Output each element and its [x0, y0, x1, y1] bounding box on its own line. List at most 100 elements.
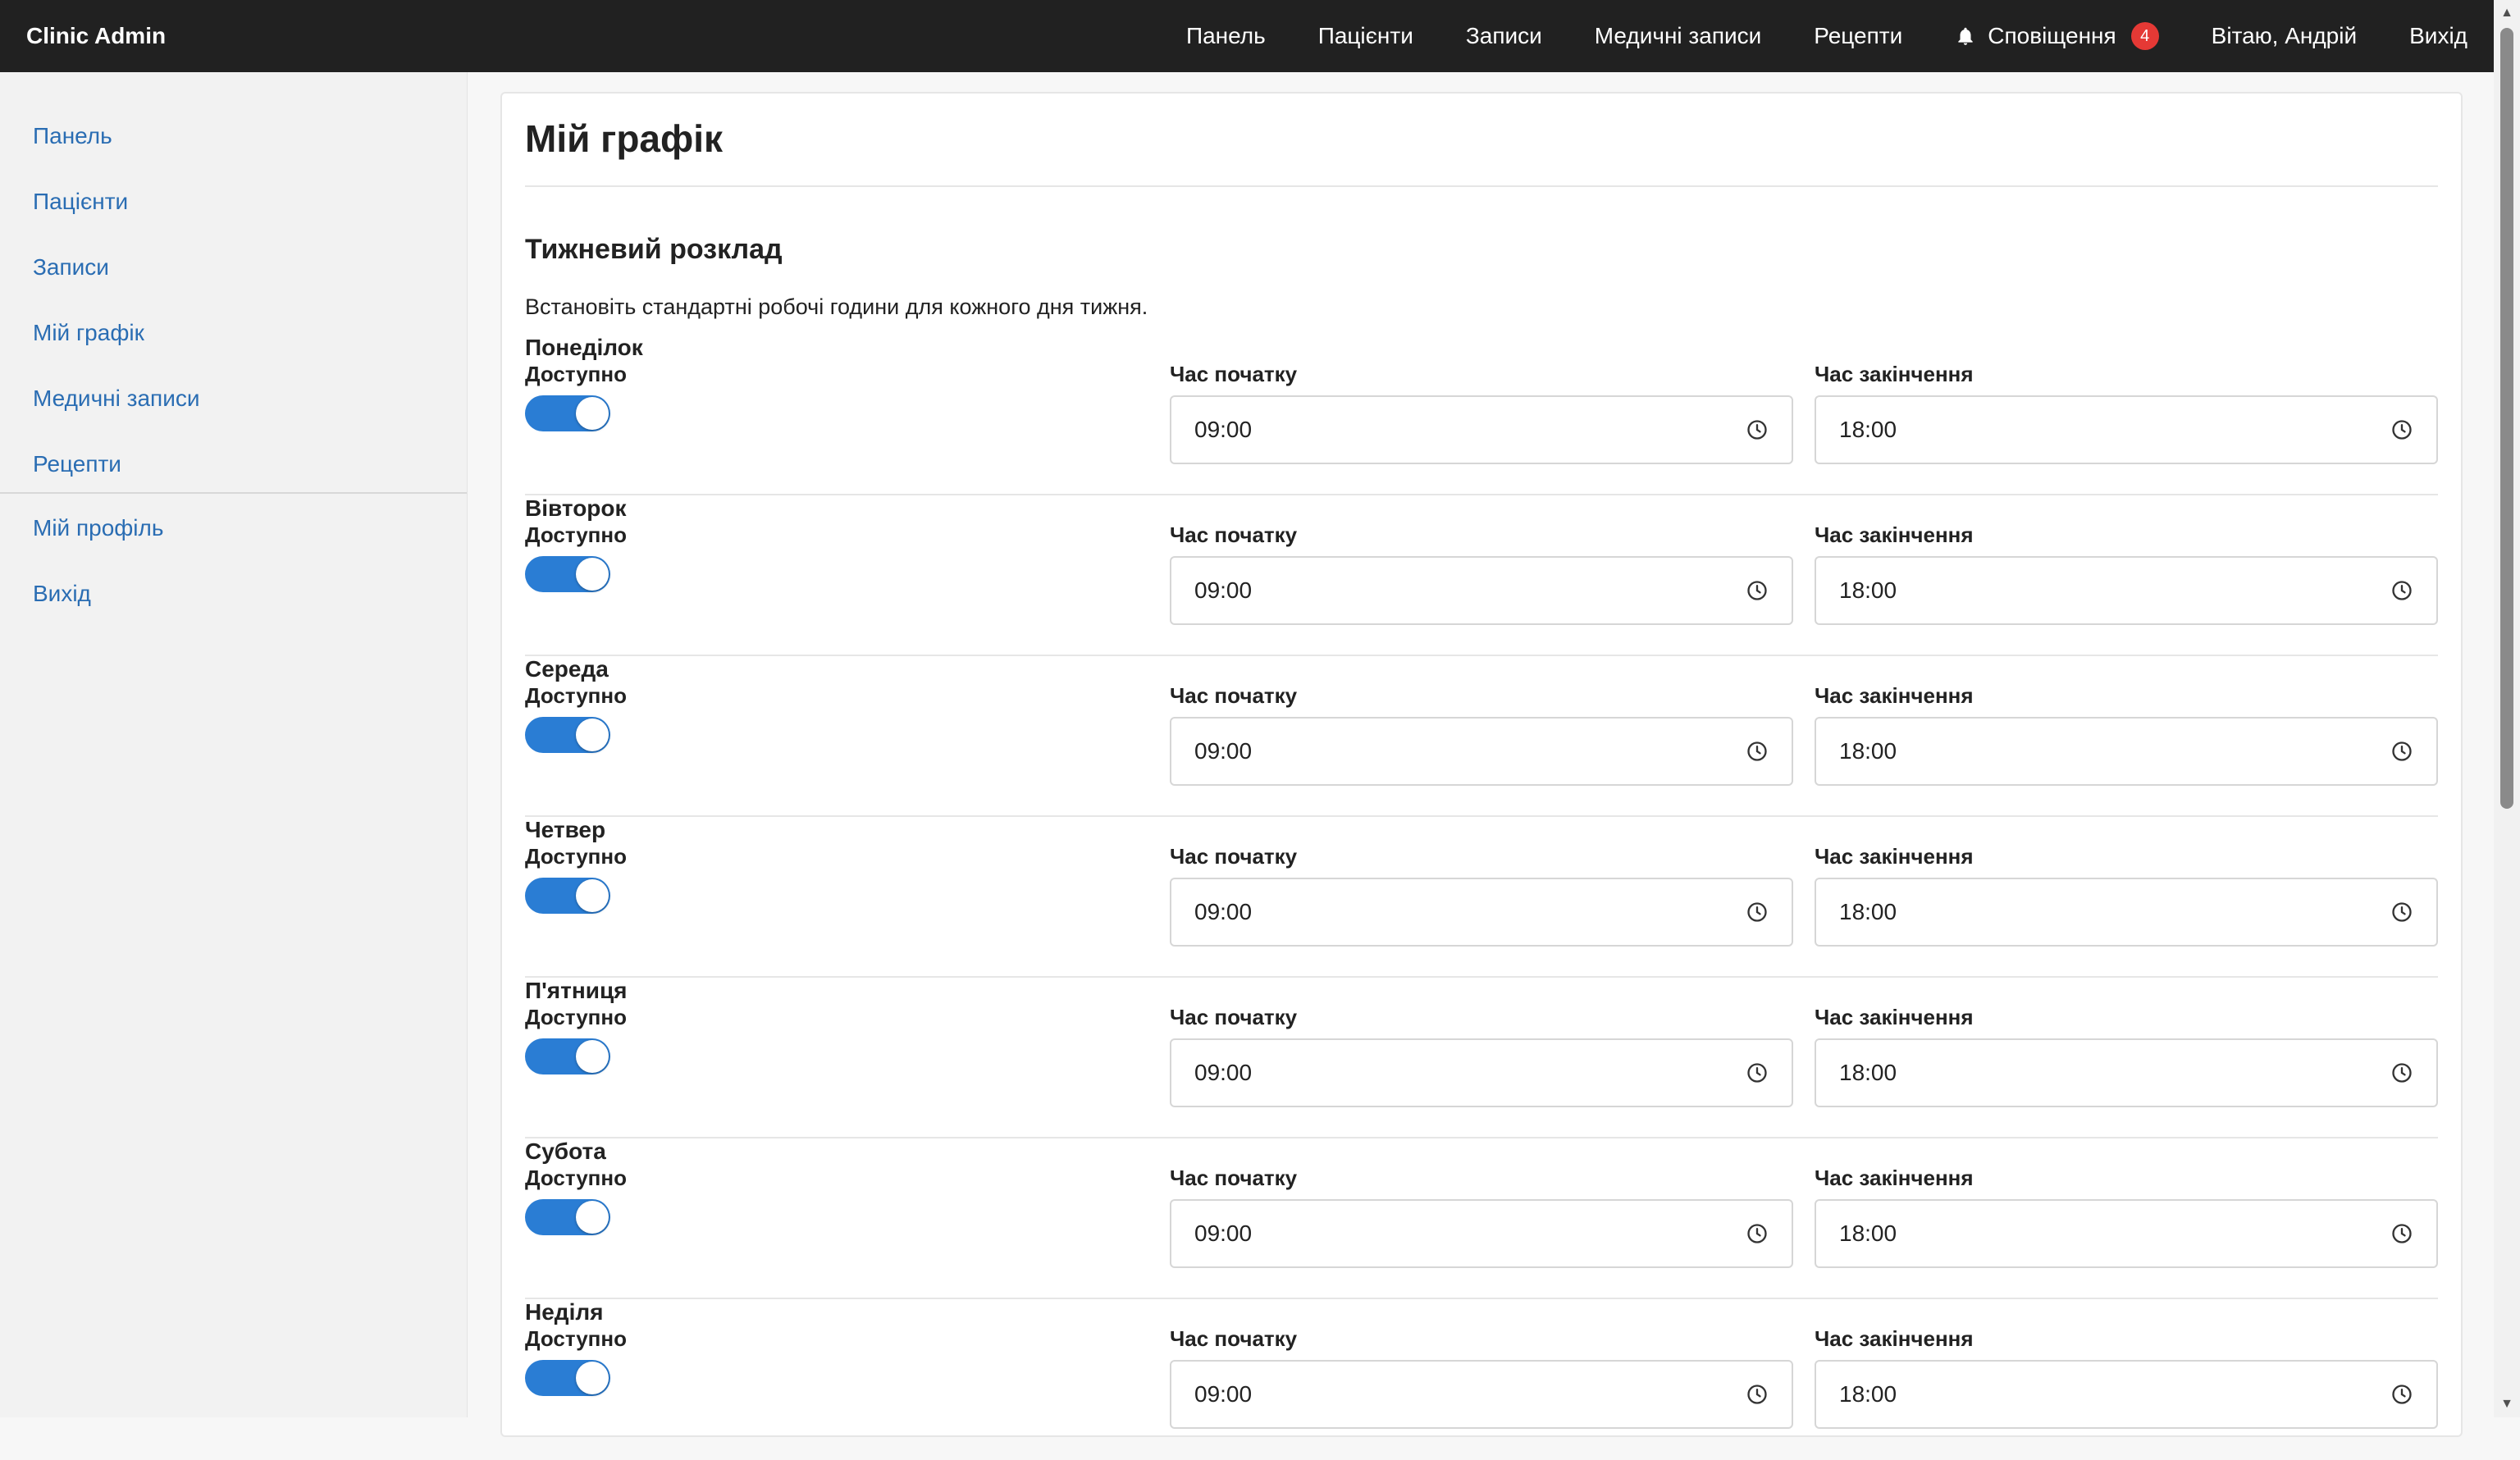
toggle-knob [576, 719, 609, 751]
day-availability: Вівторок Доступно [525, 495, 627, 592]
scroll-down-icon[interactable]: ▼ [2494, 1391, 2520, 1417]
end-time-label: Час закінчення [1815, 362, 1974, 386]
start-time-value: 09:00 [1194, 738, 1253, 764]
start-time-input[interactable]: 09:00 [1170, 717, 1793, 786]
end-time-field: Час закінчення 18:00 [1815, 1325, 2438, 1429]
availability-toggle[interactable] [525, 878, 610, 914]
toggle-knob [576, 1362, 609, 1394]
start-time-input[interactable]: 09:00 [1170, 878, 1793, 947]
end-time-field: Час закінчення 18:00 [1815, 361, 2438, 464]
day-name: П'ятниця [525, 978, 628, 1003]
nav-logout[interactable]: Вихід [2409, 23, 2468, 49]
end-time-input[interactable]: 18:00 [1815, 1199, 2438, 1268]
start-time-value: 09:00 [1194, 1220, 1253, 1246]
user-greeting[interactable]: Вітаю, Андрій [2212, 23, 2357, 49]
start-time-input[interactable]: 09:00 [1170, 1038, 1793, 1107]
day-availability: Четвер Доступно [525, 817, 627, 914]
clock-icon [1747, 902, 1767, 922]
sidebar-item-my-profile[interactable]: Мій профіль [0, 517, 467, 582]
start-time-input[interactable]: 09:00 [1170, 1360, 1793, 1429]
notifications-count-badge: 4 [2130, 22, 2159, 50]
day-availability: Понеділок Доступно [525, 335, 643, 431]
availability-toggle[interactable] [525, 1360, 610, 1396]
end-time-input[interactable]: 18:00 [1815, 717, 2438, 786]
sidebar-item-patients[interactable]: Пацієнти [0, 190, 467, 256]
available-label: Доступно [525, 1166, 627, 1190]
start-time-value: 09:00 [1194, 899, 1253, 924]
nav-item-appointments[interactable]: Записи [1466, 23, 1542, 49]
day-row: Середа Доступно Час початку 09:00 Час закінч… [525, 656, 2438, 817]
end-time-label: Час закінчення [1815, 1166, 1974, 1190]
end-time-label: Час закінчення [1815, 1326, 1974, 1351]
end-time-value: 18:00 [1839, 738, 1897, 764]
nav-item-dashboard[interactable]: Панель [1186, 23, 1266, 49]
start-time-value: 09:00 [1194, 417, 1253, 442]
day-availability: Субота Доступно [525, 1138, 627, 1235]
start-time-label: Час початку [1170, 683, 1298, 708]
section-title: Тижневий розклад [525, 234, 783, 265]
clock-icon [1747, 420, 1767, 440]
availability-toggle[interactable] [525, 1038, 610, 1074]
end-time-value: 18:00 [1839, 899, 1897, 924]
available-label: Доступно [525, 362, 627, 386]
nav-item-prescriptions[interactable]: Рецепти [1814, 23, 1902, 49]
nav-item-notifications[interactable]: Сповіщення 4 [1955, 22, 2159, 50]
available-label: Доступно [525, 1326, 627, 1351]
sidebar-item-medical-records[interactable]: Медичні записи [0, 387, 467, 453]
page-scrollbar[interactable]: ▲ ▼ [2494, 0, 2520, 1417]
end-time-value: 18:00 [1839, 1220, 1897, 1246]
end-time-input[interactable]: 18:00 [1815, 1038, 2438, 1107]
end-time-value: 18:00 [1839, 1381, 1897, 1407]
sidebar-item-appointments[interactable]: Записи [0, 256, 467, 322]
clock-icon [2392, 1385, 2412, 1404]
end-time-label: Час закінчення [1815, 683, 1974, 708]
day-name: Вівторок [525, 495, 627, 521]
end-time-input[interactable]: 18:00 [1815, 1360, 2438, 1429]
end-time-input[interactable]: 18:00 [1815, 395, 2438, 464]
start-time-input[interactable]: 09:00 [1170, 1199, 1793, 1268]
start-time-value: 09:00 [1194, 577, 1253, 603]
start-time-input[interactable]: 09:00 [1170, 395, 1793, 464]
nav-item-patients[interactable]: Пацієнти [1318, 23, 1413, 49]
toggle-knob [576, 1040, 609, 1073]
end-time-input[interactable]: 18:00 [1815, 556, 2438, 625]
day-name: Понеділок [525, 335, 643, 360]
day-name: Субота [525, 1138, 606, 1164]
day-name: Неділя [525, 1299, 604, 1325]
start-time-field: Час початку 09:00 [1170, 1325, 1793, 1429]
scroll-thumb[interactable] [2500, 28, 2513, 809]
end-time-label: Час закінчення [1815, 522, 1974, 547]
scroll-up-icon[interactable]: ▲ [2494, 0, 2520, 26]
end-time-field: Час закінчення 18:00 [1815, 1004, 2438, 1107]
availability-toggle[interactable] [525, 1199, 610, 1235]
end-time-value: 18:00 [1839, 1060, 1897, 1085]
start-time-value: 09:00 [1194, 1381, 1253, 1407]
day-row: Субота Доступно Час початку 09:00 Час закінч… [525, 1138, 2438, 1299]
clock-icon [2392, 902, 2412, 922]
available-label: Доступно [525, 844, 627, 869]
start-time-field: Час початку 09:00 [1170, 522, 1793, 625]
start-time-input[interactable]: 09:00 [1170, 556, 1793, 625]
clock-icon [1747, 1224, 1767, 1243]
sidebar-item-dashboard[interactable]: Панель [0, 125, 467, 190]
day-row: П'ятниця Доступно Час початку 09:00 Час закі… [525, 978, 2438, 1138]
clock-icon [2392, 1224, 2412, 1243]
day-name: Середа [525, 656, 609, 682]
sidebar-item-prescriptions[interactable]: Рецепти [0, 453, 467, 492]
availability-toggle[interactable] [525, 556, 610, 592]
availability-toggle[interactable] [525, 717, 610, 753]
availability-toggle[interactable] [525, 395, 610, 431]
start-time-label: Час початку [1170, 1005, 1298, 1029]
sidebar-item-my-schedule[interactable]: Мій графік [0, 322, 467, 387]
clock-icon [1747, 741, 1767, 761]
clock-icon [1747, 1385, 1767, 1404]
title-divider [525, 185, 2438, 187]
end-time-input[interactable]: 18:00 [1815, 878, 2438, 947]
toggle-knob [576, 397, 609, 430]
brand-logo[interactable]: Clinic Admin [26, 23, 166, 49]
sidebar-item-logout[interactable]: Вихід [0, 582, 467, 648]
start-time-field: Час початку 09:00 [1170, 682, 1793, 786]
nav-item-medical-records[interactable]: Медичні записи [1595, 23, 1761, 49]
day-name: Четвер [525, 817, 606, 842]
day-availability: П'ятниця Доступно [525, 978, 628, 1074]
